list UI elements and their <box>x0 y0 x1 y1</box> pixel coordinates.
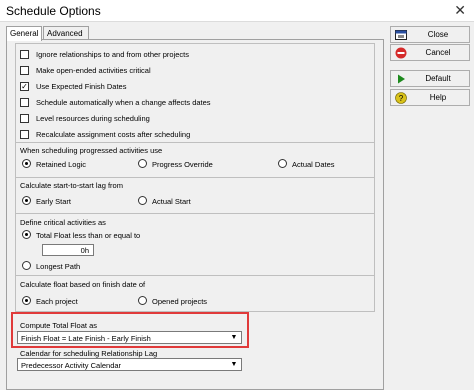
radio-actual-dates[interactable] <box>278 159 287 168</box>
progressed-activities-group: When scheduling progressed activities us… <box>15 142 375 178</box>
tab-advanced[interactable]: Advanced <box>43 26 89 40</box>
start-lag-group: Calculate start-to-start lag from Early … <box>15 177 375 214</box>
radio-total-float[interactable] <box>22 230 31 239</box>
group-label: Calculate float based on finish date of <box>20 280 146 289</box>
window-close-icon[interactable]: ✕ <box>454 2 466 19</box>
radio-actual-start[interactable] <box>138 196 147 205</box>
radio-progress-override[interactable] <box>138 159 147 168</box>
radio-opened-projects[interactable] <box>138 296 147 305</box>
checkbox[interactable] <box>20 66 29 75</box>
radio-each-project[interactable] <box>22 296 31 305</box>
checkbox[interactable] <box>20 130 29 139</box>
calendar-label: Calendar for scheduling Relationship Lag <box>20 349 158 358</box>
cancel-button[interactable]: Cancel <box>390 44 470 61</box>
title-bar: Schedule Options ✕ <box>0 0 474 22</box>
window-title: Schedule Options <box>6 4 101 18</box>
help-button[interactable]: ? Help <box>390 89 470 106</box>
tab-general[interactable]: General <box>6 26 42 41</box>
float-threshold-input[interactable]: 0h <box>42 244 94 256</box>
general-options-group: Ignore relationships to and from other p… <box>15 43 375 143</box>
radio-retained-logic[interactable] <box>22 159 31 168</box>
highlight-box <box>11 312 249 348</box>
critical-activities-group: Define critical activities as Total Floa… <box>15 213 375 276</box>
calendar-select[interactable]: Predecessor Activity Calendar ▼ <box>17 358 242 371</box>
group-label: Calculate start-to-start lag from <box>20 181 123 190</box>
checkbox-checked[interactable]: ✓ <box>20 82 29 91</box>
radio-longest-path[interactable] <box>22 261 31 270</box>
checkbox[interactable] <box>20 114 29 123</box>
chevron-down-icon[interactable]: ▼ <box>228 360 240 369</box>
group-label: Define critical activities as <box>20 218 106 227</box>
close-button[interactable]: Close <box>390 26 470 43</box>
radio-early-start[interactable] <box>22 196 31 205</box>
group-label: When scheduling progressed activities us… <box>20 146 163 155</box>
checkbox[interactable] <box>20 50 29 59</box>
float-basis-group: Calculate float based on finish date of … <box>15 275 375 312</box>
default-button[interactable]: Default <box>390 70 470 87</box>
checkbox[interactable] <box>20 98 29 107</box>
